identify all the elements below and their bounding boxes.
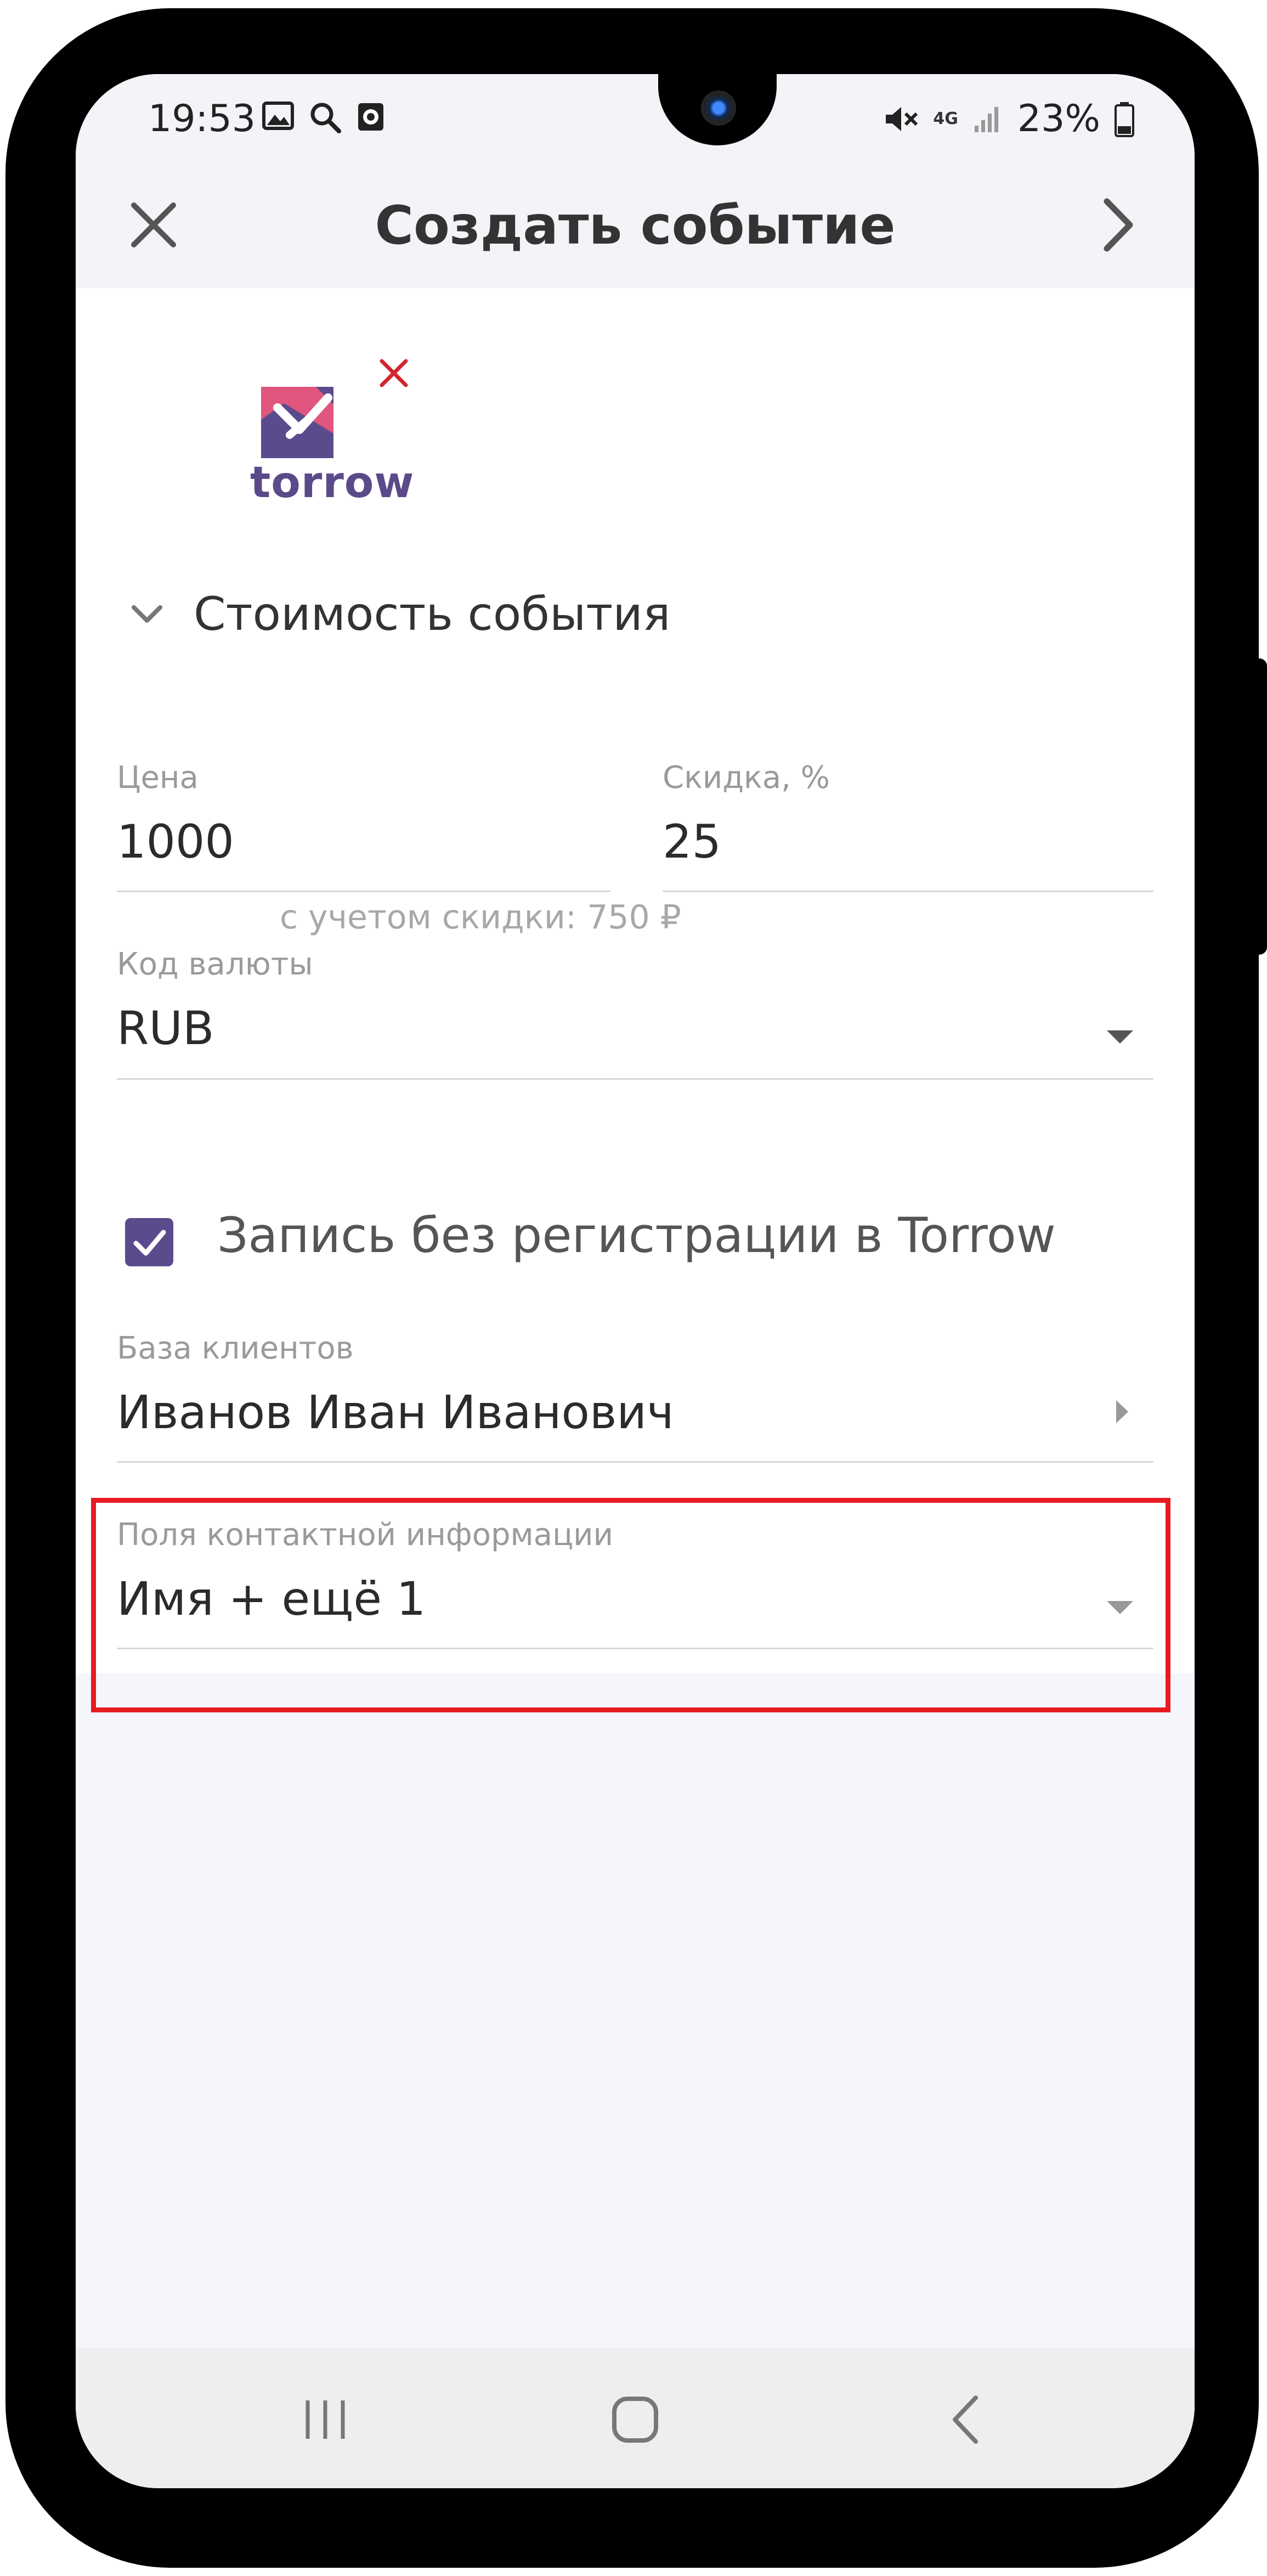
- back-icon[interactable]: [934, 2387, 1000, 2453]
- app-bar: Создать событие: [76, 165, 1195, 288]
- currency-label: Код валюты: [117, 946, 313, 982]
- client-base-arrow-icon[interactable]: [1115, 1399, 1129, 1424]
- system-nav-bar: [76, 2348, 1195, 2488]
- contact-fields-dropdown-icon[interactable]: [1107, 1601, 1133, 1614]
- price-underline: [117, 890, 610, 892]
- discount-label: Скидка, %: [663, 760, 830, 796]
- chevron-down-icon: [132, 605, 162, 623]
- power-button: [1252, 658, 1267, 955]
- timer-icon: [358, 103, 383, 131]
- battery-percent: 23%: [1017, 97, 1100, 140]
- page-title: Создать событие: [375, 195, 896, 256]
- discount-underline: [663, 890, 1153, 892]
- contact-fields-label: Поля контактной информации: [117, 1517, 613, 1553]
- phone-screen: 19:53 4G 23% Создать событие torrow Стои…: [76, 74, 1195, 2488]
- home-icon[interactable]: [602, 2387, 668, 2453]
- cost-section-header[interactable]: Стоимость события: [131, 587, 670, 641]
- battery-icon: [1115, 102, 1134, 137]
- contact-fields-select[interactable]: Имя + ещё 1: [117, 1572, 426, 1626]
- status-bar: 19:53 4G 23%: [76, 74, 1195, 165]
- currency-select[interactable]: RUB: [117, 1001, 214, 1055]
- signal-icon: [974, 106, 998, 132]
- camera-icon: [701, 91, 736, 126]
- remove-logo-icon[interactable]: [377, 357, 410, 390]
- volume-down-button: [16, 801, 30, 1010]
- client-base-value[interactable]: Иванов Иван Иванович: [117, 1385, 674, 1439]
- discount-input[interactable]: 25: [663, 815, 721, 869]
- recent-apps-icon[interactable]: [292, 2387, 358, 2453]
- section-title: Стоимость события: [194, 587, 671, 641]
- currency-underline: [117, 1078, 1153, 1080]
- image-icon: [262, 102, 294, 130]
- contact-fields-underline: [117, 1648, 1153, 1649]
- no-registration-label[interactable]: Запись без регистрации в Torrow: [217, 1207, 1056, 1264]
- logo-text: torrow: [250, 458, 415, 508]
- currency-dropdown-icon[interactable]: [1107, 1030, 1133, 1044]
- price-input[interactable]: 1000: [117, 815, 234, 869]
- client-base-underline: [117, 1461, 1153, 1463]
- volume-button: [16, 571, 30, 768]
- discount-hint: с учетом скидки: 750 ₽: [280, 898, 681, 937]
- event-form: torrow Стоимость события Цена 1000 Скидк…: [76, 288, 1195, 1712]
- no-registration-checkbox[interactable]: [125, 1218, 173, 1266]
- status-time: 19:53: [148, 97, 256, 140]
- mute-icon: [886, 106, 918, 131]
- network-type: 4G: [933, 109, 958, 128]
- client-base-label: База клиентов: [117, 1331, 354, 1366]
- check-icon: [133, 1230, 166, 1256]
- price-label: Цена: [117, 760, 199, 796]
- search-icon: [310, 103, 341, 133]
- chevron-right-icon[interactable]: [1090, 195, 1145, 255]
